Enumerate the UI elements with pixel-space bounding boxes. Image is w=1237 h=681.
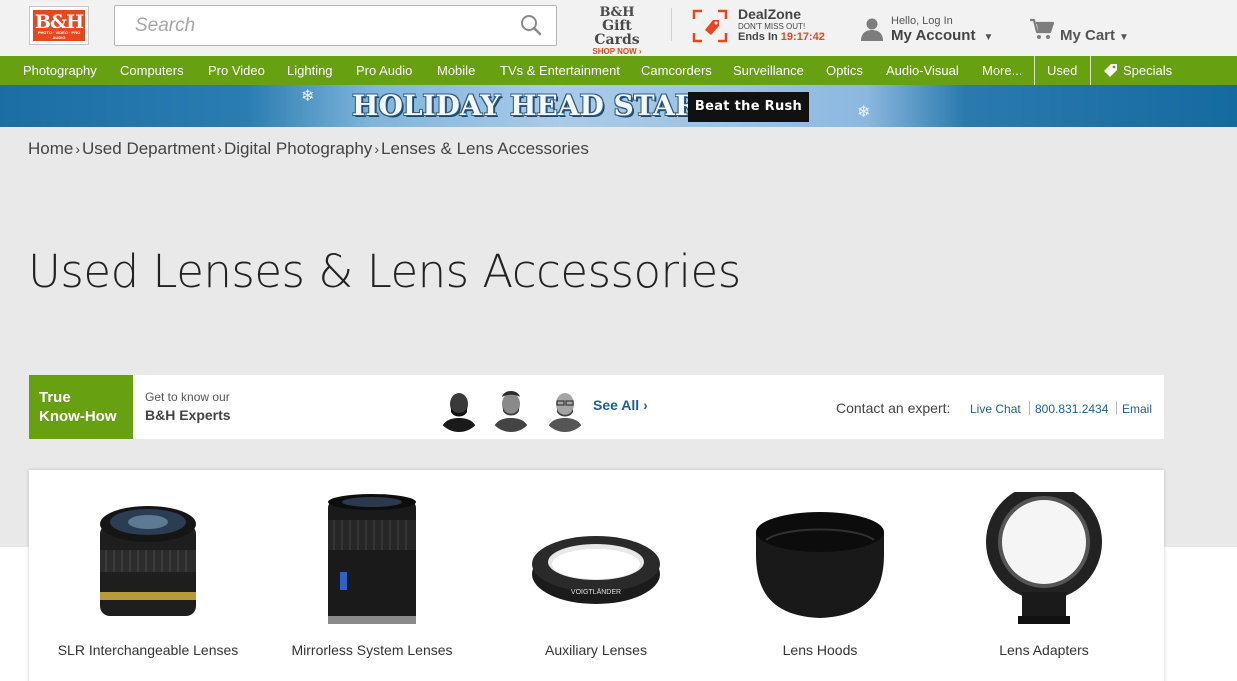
category-label: SLR Interchangeable Lenses	[57, 642, 239, 658]
breadcrumb-separator: ›	[374, 141, 379, 157]
see-all-experts-link[interactable]: See All ›	[593, 397, 648, 413]
category-slr-lenses[interactable]: SLR Interchangeable Lenses	[36, 470, 260, 681]
account-menu[interactable]: Hello, Log In My Account ▼	[891, 15, 993, 47]
dealzone-title: DealZone	[738, 6, 802, 22]
nav-divider	[1090, 56, 1091, 85]
breadcrumb-home[interactable]: Home	[28, 139, 73, 158]
lens-adapter-icon	[986, 492, 1102, 624]
promo-banner[interactable]: ❄ ❄ HOLIDAY HEAD START Beat the Rush	[0, 85, 1237, 127]
badge-line-2: Know-How	[39, 408, 117, 425]
category-mirrorless-lenses[interactable]: Mirrorless System Lenses	[260, 470, 484, 681]
cart-menu[interactable]: My Cart ▼	[1060, 27, 1129, 44]
experts-intro: Get to know our B&H Experts	[145, 390, 231, 426]
bh-logo[interactable]: B&H PHOTO · VIDEO · PRO AUDIO	[29, 6, 89, 45]
category-lens-adapters[interactable]: Lens Adapters	[932, 470, 1156, 681]
contact-expert-label: Contact an expert:	[836, 400, 951, 416]
breadcrumb: Home › Used Department › Digital Photography…	[28, 139, 589, 159]
site-header: B&H PHOTO · VIDEO · PRO AUDIO B&H Gift C…	[0, 0, 1237, 56]
nav-item-tvs-entertainment[interactable]: TVs & Entertainment	[500, 56, 620, 85]
snowflake-icon: ❄	[857, 104, 871, 121]
nav-divider	[1034, 56, 1035, 85]
banner-title: HOLIDAY HEAD START	[352, 89, 719, 122]
chevron-down-icon: ▼	[983, 32, 994, 43]
cart-label: My Cart	[1060, 27, 1116, 44]
chevron-right-icon: ›	[643, 397, 648, 413]
countdown-time: 19:17:42	[780, 31, 825, 43]
expert-avatar[interactable]	[542, 385, 588, 433]
dealzone-tag-icon[interactable]	[692, 9, 728, 43]
lens-ring-icon: VOIGTLÄNDER	[532, 536, 660, 604]
svg-text:VOIGTLÄNDER: VOIGTLÄNDER	[571, 588, 621, 596]
chevron-down-icon: ▼	[1119, 32, 1129, 43]
category-auxiliary-lenses[interactable]: VOIGTLÄNDER Auxiliary Lenses	[484, 470, 708, 681]
beat-the-rush-button[interactable]: Beat the Rush	[688, 92, 809, 122]
nav-item-camcorders[interactable]: Camcorders	[641, 56, 712, 85]
gift-cards-link[interactable]: B&H Gift Cards SHOP NOW ›	[578, 6, 656, 57]
logo-subtitle: PHOTO · VIDEO · PRO AUDIO	[37, 30, 81, 40]
nav-item-pro-video[interactable]: Pro Video	[208, 56, 265, 85]
category-label: Lens Adapters	[999, 642, 1089, 658]
breadcrumb-separator: ›	[217, 141, 222, 157]
account-label: My Account	[891, 27, 976, 44]
snowflake-icon: ❄	[301, 88, 315, 105]
dealzone-countdown: Ends In 19:17:42	[738, 31, 825, 44]
main-nav: Photography Computers Pro Video Lighting…	[0, 56, 1237, 85]
nav-item-audio-visual[interactable]: Audio-Visual	[886, 56, 959, 85]
expert-avatar[interactable]	[488, 385, 534, 433]
breadcrumb-used-department[interactable]: Used Department	[82, 139, 215, 158]
nav-item-used[interactable]: Used	[1047, 56, 1077, 85]
experts-intro-bold: B&H Experts	[145, 407, 231, 423]
lens-hood-icon	[756, 512, 884, 618]
breadcrumb-separator: ›	[75, 141, 81, 157]
dslr-lens-icon	[100, 506, 196, 616]
expert-avatar[interactable]	[436, 385, 482, 433]
category-label: Lens Hoods	[782, 642, 858, 658]
search-input[interactable]	[114, 5, 557, 46]
logo-mark: B&H PHOTO · VIDEO · PRO AUDIO	[33, 10, 85, 41]
breadcrumb-current: Lenses & Lens Accessories	[380, 139, 589, 158]
gift-title: Gift Cards	[594, 18, 640, 48]
nav-item-photography[interactable]: Photography	[23, 56, 97, 85]
phone-link[interactable]: 800.831.2434	[1035, 402, 1108, 416]
nav-item-optics[interactable]: Optics	[826, 56, 863, 85]
nav-item-mobile[interactable]: Mobile	[437, 56, 475, 85]
ends-in-label: Ends In	[738, 31, 778, 43]
breadcrumb-digital-photography[interactable]: Digital Photography	[224, 139, 372, 158]
true-know-how-badge: True Know-How	[29, 375, 133, 439]
cart-icon[interactable]	[1029, 18, 1055, 40]
category-label: Mirrorless System Lenses	[291, 642, 453, 658]
category-grid: SLR Interchangeable Lenses Mirrorless Sy…	[29, 470, 1164, 681]
nav-item-pro-audio[interactable]: Pro Audio	[356, 56, 412, 85]
nav-item-surveillance[interactable]: Surveillance	[733, 56, 804, 85]
nav-item-computers[interactable]: Computers	[120, 56, 184, 85]
nav-item-more[interactable]: More...	[982, 56, 1022, 85]
user-icon[interactable]	[860, 17, 884, 41]
dealzone-subtitle: DON'T MISS OUT!	[738, 22, 806, 31]
tag-icon	[1104, 64, 1117, 77]
account-greeting: Hello, Log In	[891, 15, 953, 27]
live-chat-link[interactable]: Live Chat	[970, 402, 1021, 416]
badge-line-1: True	[39, 389, 71, 406]
experts-strip: True Know-How Get to know our B&H Expert…	[29, 375, 1164, 439]
category-label: Auxiliary Lenses	[545, 642, 647, 658]
contact-divider	[1116, 401, 1117, 415]
category-lens-hoods[interactable]: Lens Hoods	[708, 470, 932, 681]
nav-item-lighting[interactable]: Lighting	[287, 56, 333, 85]
experts-intro-text: Get to know our	[145, 390, 230, 404]
nav-item-specials[interactable]: Specials	[1123, 56, 1172, 85]
email-link[interactable]: Email	[1122, 402, 1152, 416]
dealzone-link[interactable]: DealZone DON'T MISS OUT! Ends In 19:17:4…	[738, 7, 825, 44]
search-icon[interactable]	[519, 13, 543, 37]
account-label-row: My Account ▼	[891, 27, 993, 47]
see-all-label: See All	[593, 397, 640, 413]
contact-divider	[1029, 401, 1030, 415]
page-title: Used Lenses & Lens Accessories	[28, 245, 741, 298]
header-divider	[671, 8, 672, 41]
mirrorless-lens-icon	[328, 494, 416, 624]
